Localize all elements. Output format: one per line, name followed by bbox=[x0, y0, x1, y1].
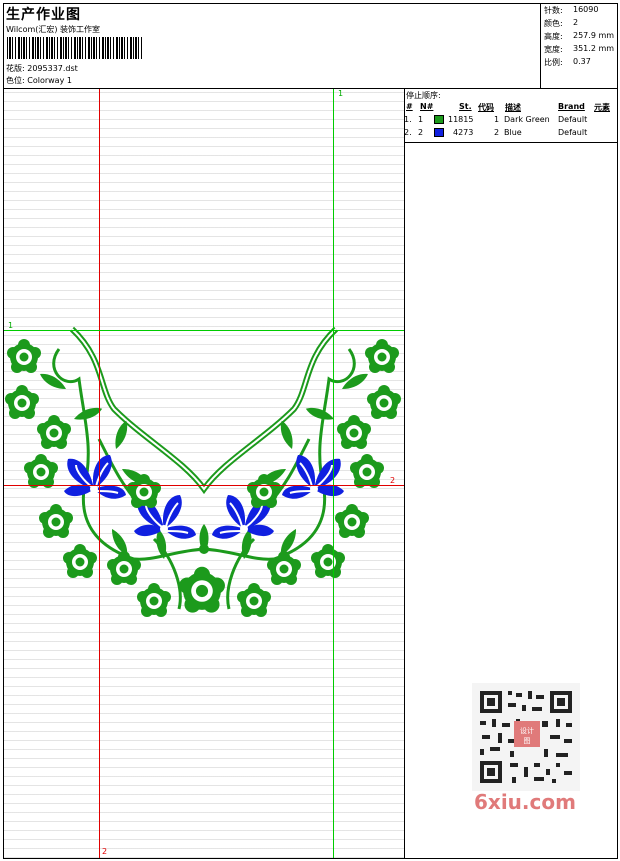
stat-label: 高度: bbox=[544, 32, 563, 41]
col-header-needle: N# bbox=[420, 102, 434, 111]
company-name: Wilcom(汇宏) 装饰工作室 bbox=[6, 25, 101, 34]
red-horizontal-guide bbox=[4, 485, 404, 486]
stat-label: 比例: bbox=[544, 58, 563, 67]
row-code: 1 bbox=[494, 115, 500, 124]
color-swatch bbox=[434, 115, 444, 124]
row-brand: Default bbox=[558, 115, 588, 124]
table-row: 2. 2 4273 2 Blue Default bbox=[404, 128, 618, 140]
row-needle: 2 bbox=[418, 128, 424, 137]
row-description: Blue bbox=[504, 128, 522, 137]
red-vertical-guide bbox=[99, 89, 100, 858]
stop-sequence-caption: 停止顺序: bbox=[406, 91, 441, 100]
col-header-brand: Brand bbox=[558, 102, 585, 111]
page-title: 生产作业图 bbox=[6, 7, 81, 23]
color-swatch bbox=[434, 128, 444, 137]
green-horizontal-guide-label: 1 bbox=[8, 321, 14, 330]
col-header-code: 代码 bbox=[478, 103, 494, 112]
stat-value: 351.2 mm bbox=[573, 44, 615, 53]
header-info: 生产作业图 Wilcom(汇宏) 装饰工作室 花版: 2095337.dst 色… bbox=[3, 3, 540, 88]
svg-text:图: 图 bbox=[524, 737, 531, 745]
red-horizontal-guide-label: 2 bbox=[390, 476, 396, 485]
green-horizontal-guide bbox=[4, 330, 404, 331]
row-index: 2. bbox=[404, 128, 412, 137]
barcode bbox=[7, 37, 143, 59]
green-vertical-guide-label: 1 bbox=[338, 89, 344, 98]
col-header-description: 描述 bbox=[505, 103, 521, 112]
stat-stitches: 针数: 16090 bbox=[544, 5, 598, 16]
colorway-value: Colorway 1 bbox=[27, 76, 72, 85]
table-row: 1. 1 11815 1 Dark Green Default bbox=[404, 115, 618, 127]
row-code: 2 bbox=[494, 128, 500, 137]
design-file-line: 花版: 2095337.dst bbox=[6, 63, 78, 74]
stat-value: 0.37 bbox=[573, 57, 591, 66]
design-file-value: 2095337.dst bbox=[27, 64, 78, 73]
stat-value: 257.9 mm bbox=[573, 31, 615, 40]
stat-scale: 比例: 0.37 bbox=[544, 57, 591, 68]
stats-panel: 针数: 16090 颜色: 2 高度: 257.9 mm 宽度: 351.2 mm 比例… bbox=[540, 3, 619, 88]
stat-colors: 颜色: 2 bbox=[544, 18, 578, 29]
stat-label: 宽度: bbox=[544, 45, 563, 54]
stat-label: 针数: bbox=[544, 6, 563, 15]
stat-height: 高度: 257.9 mm bbox=[544, 31, 614, 42]
stat-width: 宽度: 351.2 mm bbox=[544, 44, 614, 55]
sheet-header: 生产作业图 Wilcom(汇宏) 装饰工作室 花版: 2095337.dst 色… bbox=[3, 3, 618, 89]
colorway-label: 色位: bbox=[6, 76, 25, 85]
embroidery-artwork bbox=[5, 326, 401, 617]
row-description: Dark Green bbox=[504, 115, 550, 124]
stat-value: 2 bbox=[573, 18, 579, 27]
col-header-element: 元素 bbox=[594, 103, 610, 112]
green-vertical-guide bbox=[333, 89, 334, 858]
stat-value: 16090 bbox=[573, 5, 599, 14]
row-stitches: 11815 bbox=[448, 115, 474, 124]
colorway-line: 色位: Colorway 1 bbox=[6, 75, 72, 86]
row-stitches: 4273 bbox=[453, 128, 474, 137]
design-preview: 1 1 2 2 bbox=[4, 89, 405, 858]
red-vertical-guide-label: 2 bbox=[102, 847, 108, 856]
svg-text:设计: 设计 bbox=[520, 726, 534, 735]
row-index: 1. bbox=[404, 115, 412, 124]
stat-label: 颜色: bbox=[544, 19, 563, 28]
design-file-label: 花版: bbox=[6, 64, 25, 73]
col-header-stitches: St. bbox=[459, 102, 472, 111]
stop-sequence-table: 停止顺序: # N# St. 代码 描述 Brand 元素 1. 1 11815… bbox=[404, 89, 618, 143]
qr-code-watermark: 设计 图 bbox=[472, 683, 580, 791]
row-needle: 1 bbox=[418, 115, 424, 124]
watermark-brand: 6xiu.com bbox=[474, 790, 576, 814]
col-header-index: # bbox=[406, 102, 413, 111]
row-brand: Default bbox=[558, 128, 588, 137]
